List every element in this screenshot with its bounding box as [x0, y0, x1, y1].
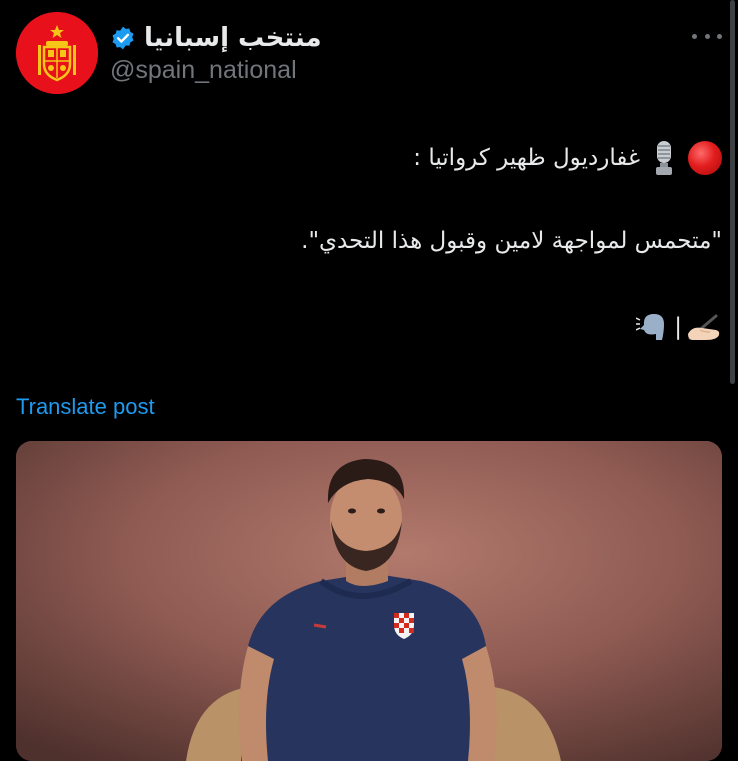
- translate-post-link[interactable]: Translate post: [16, 394, 155, 420]
- post-text-line-1: غفارديول ظهير كرواتيا :: [413, 145, 640, 171]
- account-name-row[interactable]: منتخب إسبانيا: [110, 18, 322, 58]
- separator: |: [674, 314, 682, 340]
- avatar[interactable]: [16, 12, 98, 94]
- post-line-1: غفارديول ظهير كرواتيا :: [413, 140, 722, 176]
- spain-crest-icon: [16, 12, 98, 94]
- more-options-button[interactable]: [692, 24, 722, 48]
- post-line-3: |: [636, 312, 722, 342]
- red-circle-icon: [688, 141, 722, 175]
- verified-badge-icon: [112, 26, 134, 50]
- more-dot-icon: [704, 33, 710, 39]
- post-text-line-2: "متحمس لمواجهة لامين وقبول هذا التحدي".: [301, 228, 722, 254]
- display-name[interactable]: منتخب إسبانيا: [144, 23, 322, 53]
- microphone-icon: [650, 140, 678, 176]
- scrollbar[interactable]: [730, 0, 735, 384]
- player-photo: [16, 441, 722, 761]
- more-dot-icon: [717, 33, 722, 39]
- speaking-head-icon: [636, 312, 670, 342]
- account-handle[interactable]: @spain_national: [110, 56, 297, 85]
- more-dot-icon: [692, 33, 697, 39]
- post-media-image[interactable]: [16, 441, 722, 761]
- writing-hand-icon: [686, 312, 722, 342]
